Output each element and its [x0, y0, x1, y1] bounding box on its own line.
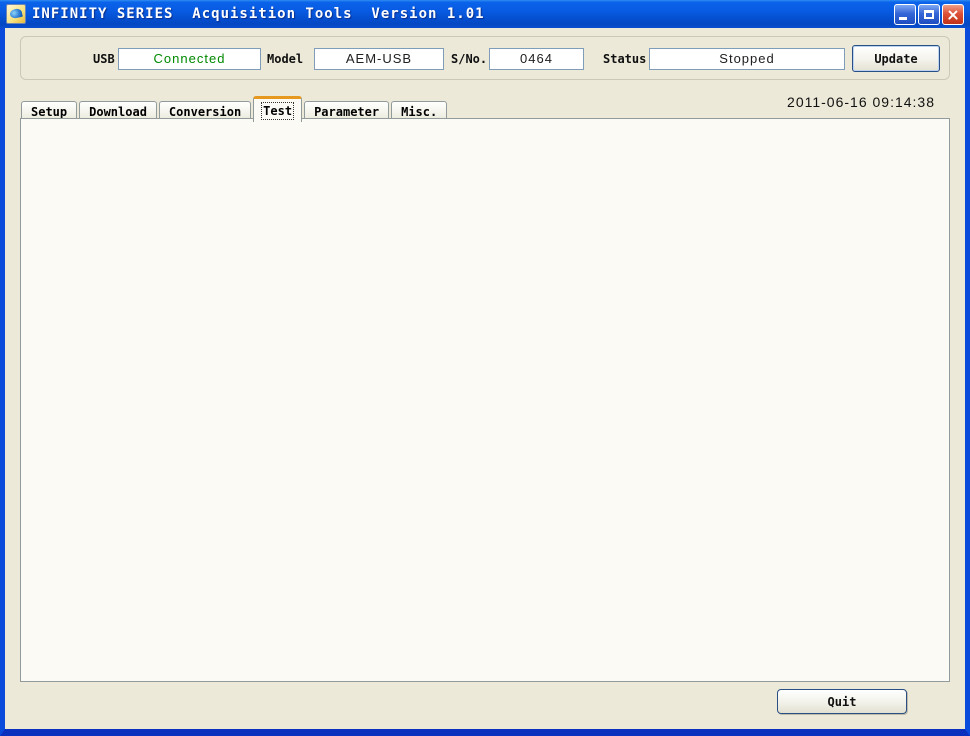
quit-button[interactable]: Quit	[777, 689, 907, 714]
title-bar: INFINITY SERIES Acquisition Tools Versio…	[0, 0, 970, 28]
window-title: INFINITY SERIES Acquisition Tools Versio…	[32, 6, 485, 22]
status-field[interactable]: Stopped	[649, 48, 845, 70]
tab-test[interactable]: Test	[253, 96, 302, 122]
sno-label: S/No.	[451, 52, 487, 66]
client-area: USB Connected Model AEM-USB S/No. 0464 S…	[5, 28, 965, 729]
minimize-button[interactable]	[894, 4, 916, 25]
close-button[interactable]	[942, 4, 964, 25]
model-label: Model	[267, 52, 303, 66]
status-panel: USB Connected Model AEM-USB S/No. 0464 S…	[20, 36, 950, 80]
app-window: INFINITY SERIES Acquisition Tools Versio…	[0, 0, 970, 736]
test-tab-page	[20, 118, 950, 682]
status-label: Status	[603, 52, 646, 66]
serial-no-field[interactable]: 0464	[489, 48, 584, 70]
usb-status-field[interactable]: Connected	[118, 48, 261, 70]
minimize-icon	[899, 17, 907, 20]
maximize-icon	[924, 10, 934, 19]
update-button[interactable]: Update	[852, 45, 940, 72]
datetime-display: 2011-06-16 09:14:38	[787, 94, 935, 110]
usb-label: USB	[93, 52, 115, 66]
model-field[interactable]: AEM-USB	[314, 48, 444, 70]
app-icon	[6, 4, 26, 24]
maximize-button[interactable]	[918, 4, 940, 25]
